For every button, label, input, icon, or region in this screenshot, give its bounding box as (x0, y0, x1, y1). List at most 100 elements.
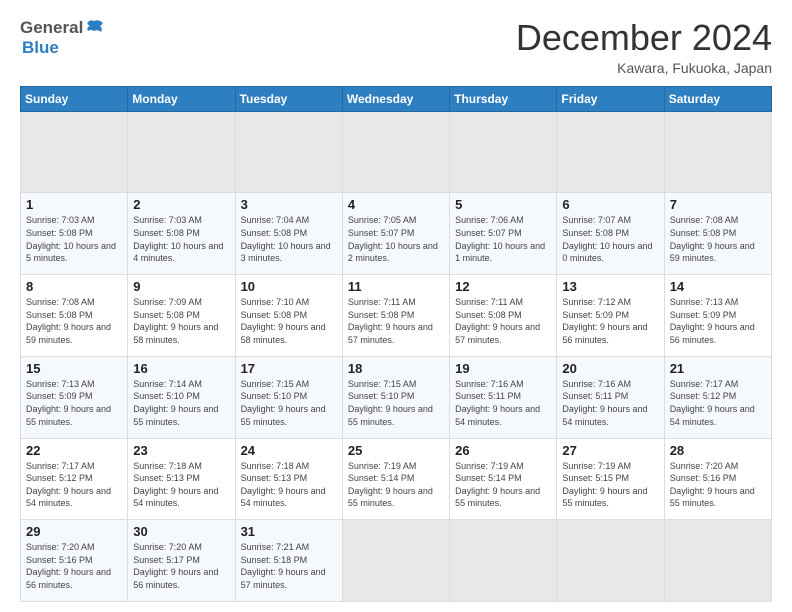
day-info: Sunrise: 7:17 AMSunset: 5:12 PMDaylight:… (670, 378, 766, 428)
calendar-day-cell: 18 Sunrise: 7:15 AMSunset: 5:10 PMDayligh… (342, 356, 449, 438)
day-info: Sunrise: 7:12 AMSunset: 5:09 PMDaylight:… (562, 296, 658, 346)
day-info: Sunrise: 7:10 AMSunset: 5:08 PMDaylight:… (241, 296, 337, 346)
day-number: 31 (241, 524, 337, 539)
day-of-week-header: Saturday (664, 86, 771, 111)
calendar-day-cell (128, 111, 235, 193)
day-number: 27 (562, 443, 658, 458)
day-number: 18 (348, 361, 444, 376)
day-number: 12 (455, 279, 551, 294)
day-number: 3 (241, 197, 337, 212)
calendar-day-cell: 9Sunrise: 7:09 AMSunset: 5:08 PMDaylight… (128, 275, 235, 357)
day-number: 17 (241, 361, 337, 376)
day-info: Sunrise: 7:19 AMSunset: 5:14 PMDaylight:… (348, 460, 444, 510)
calendar-day-cell: 23Sunrise: 7:18 AMSunset: 5:13 PMDayligh… (128, 438, 235, 520)
day-number: 11 (348, 279, 444, 294)
logo-bird-icon (84, 19, 106, 37)
day-info: Sunrise: 7:17 AMSunset: 5:12 PMDaylight:… (26, 460, 122, 510)
day-info: Sunrise: 7:15 AMSunset: 5:10 PMDaylight:… (348, 378, 444, 428)
day-info: Sunrise: 7:20 AMSunset: 5:16 PMDaylight:… (26, 541, 122, 591)
calendar-day-cell: 21 Sunrise: 7:17 AMSunset: 5:12 PMDayligh… (664, 356, 771, 438)
calendar-day-cell: 11 Sunrise: 7:11 AMSunset: 5:08 PMDayligh… (342, 275, 449, 357)
calendar-day-cell (21, 111, 128, 193)
calendar-day-cell: 22 Sunrise: 7:17 AMSunset: 5:12 PMDayligh… (21, 438, 128, 520)
day-info: Sunrise: 7:05 AMSunset: 5:07 PMDaylight:… (348, 214, 444, 264)
day-number: 14 (670, 279, 766, 294)
day-info: Sunrise: 7:18 AMSunset: 5:13 PMDaylight:… (133, 460, 229, 510)
calendar-day-cell: 26Sunrise: 7:19 AMSunset: 5:14 PMDayligh… (450, 438, 557, 520)
calendar-week-row: 8 Sunrise: 7:08 AMSunset: 5:08 PMDaylight… (21, 275, 772, 357)
day-info: Sunrise: 7:03 AMSunset: 5:08 PMDaylight:… (26, 214, 122, 264)
calendar-day-cell: 15Sunrise: 7:13 AMSunset: 5:09 PMDayligh… (21, 356, 128, 438)
calendar-week-row: 29Sunrise: 7:20 AMSunset: 5:16 PMDayligh… (21, 520, 772, 602)
calendar-day-cell (664, 111, 771, 193)
day-number: 21 (670, 361, 766, 376)
calendar-day-cell (664, 520, 771, 602)
day-info: Sunrise: 7:21 AMSunset: 5:18 PMDaylight:… (241, 541, 337, 591)
month-title: December 2024 (516, 18, 772, 58)
day-of-week-header: Friday (557, 86, 664, 111)
day-of-week-header: Monday (128, 86, 235, 111)
day-info: Sunrise: 7:11 AMSunset: 5:08 PMDaylight:… (455, 296, 551, 346)
day-info: Sunrise: 7:03 AMSunset: 5:08 PMDaylight:… (133, 214, 229, 264)
calendar-day-cell: 31 Sunrise: 7:21 AMSunset: 5:18 PMDayligh… (235, 520, 342, 602)
calendar-week-row: 1Sunrise: 7:03 AMSunset: 5:08 PMDaylight… (21, 193, 772, 275)
calendar-day-cell: 30 Sunrise: 7:20 AMSunset: 5:17 PMDayligh… (128, 520, 235, 602)
calendar-header-row: SundayMondayTuesdayWednesdayThursdayFrid… (21, 86, 772, 111)
calendar-day-cell: 28Sunrise: 7:20 AMSunset: 5:16 PMDayligh… (664, 438, 771, 520)
calendar-day-cell: 13Sunrise: 7:12 AMSunset: 5:09 PMDayligh… (557, 275, 664, 357)
calendar-day-cell: 27 Sunrise: 7:19 AMSunset: 5:15 PMDayligh… (557, 438, 664, 520)
day-info: Sunrise: 7:08 AMSunset: 5:08 PMDaylight:… (26, 296, 122, 346)
day-number: 25 (348, 443, 444, 458)
calendar-day-cell: 10 Sunrise: 7:10 AMSunset: 5:08 PMDayligh… (235, 275, 342, 357)
day-number: 10 (241, 279, 337, 294)
day-info: Sunrise: 7:19 AMSunset: 5:15 PMDaylight:… (562, 460, 658, 510)
calendar-week-row (21, 111, 772, 193)
day-number: 16 (133, 361, 229, 376)
day-info: Sunrise: 7:20 AMSunset: 5:17 PMDaylight:… (133, 541, 229, 591)
calendar-day-cell: 16Sunrise: 7:14 AMSunset: 5:10 PMDayligh… (128, 356, 235, 438)
day-number: 7 (670, 197, 766, 212)
day-number: 6 (562, 197, 658, 212)
logo-general-text: General (20, 18, 83, 38)
calendar-day-cell: 6 Sunrise: 7:07 AMSunset: 5:08 PMDaylight… (557, 193, 664, 275)
day-info: Sunrise: 7:08 AMSunset: 5:08 PMDaylight:… (670, 214, 766, 264)
calendar-day-cell: 29Sunrise: 7:20 AMSunset: 5:16 PMDayligh… (21, 520, 128, 602)
calendar-day-cell: 25 Sunrise: 7:19 AMSunset: 5:14 PMDayligh… (342, 438, 449, 520)
calendar-day-cell (557, 111, 664, 193)
day-info: Sunrise: 7:07 AMSunset: 5:08 PMDaylight:… (562, 214, 658, 264)
day-number: 22 (26, 443, 122, 458)
day-number: 19 (455, 361, 551, 376)
calendar-table: SundayMondayTuesdayWednesdayThursdayFrid… (20, 86, 772, 602)
calendar-day-cell (235, 111, 342, 193)
title-section: December 2024 Kawara, Fukuoka, Japan (516, 18, 772, 76)
day-info: Sunrise: 7:13 AMSunset: 5:09 PMDaylight:… (670, 296, 766, 346)
day-info: Sunrise: 7:15 AMSunset: 5:10 PMDaylight:… (241, 378, 337, 428)
day-info: Sunrise: 7:06 AMSunset: 5:07 PMDaylight:… (455, 214, 551, 264)
location: Kawara, Fukuoka, Japan (516, 60, 772, 76)
day-info: Sunrise: 7:16 AMSunset: 5:11 PMDaylight:… (562, 378, 658, 428)
calendar-page: General Blue December 2024 Kawara, Fukuo… (0, 0, 792, 612)
day-info: Sunrise: 7:13 AMSunset: 5:09 PMDaylight:… (26, 378, 122, 428)
calendar-week-row: 15Sunrise: 7:13 AMSunset: 5:09 PMDayligh… (21, 356, 772, 438)
calendar-day-cell: 4 Sunrise: 7:05 AMSunset: 5:07 PMDaylight… (342, 193, 449, 275)
calendar-week-row: 22 Sunrise: 7:17 AMSunset: 5:12 PMDayligh… (21, 438, 772, 520)
day-of-week-header: Sunday (21, 86, 128, 111)
logo: General Blue (20, 18, 106, 58)
calendar-day-cell: 12 Sunrise: 7:11 AMSunset: 5:08 PMDayligh… (450, 275, 557, 357)
calendar-day-cell: 2Sunrise: 7:03 AMSunset: 5:08 PMDaylight… (128, 193, 235, 275)
calendar-day-cell (450, 520, 557, 602)
day-number: 8 (26, 279, 122, 294)
day-number: 30 (133, 524, 229, 539)
calendar-day-cell: 7 Sunrise: 7:08 AMSunset: 5:08 PMDaylight… (664, 193, 771, 275)
calendar-day-cell (342, 520, 449, 602)
logo-name: General (20, 18, 106, 38)
day-number: 24 (241, 443, 337, 458)
day-info: Sunrise: 7:18 AMSunset: 5:13 PMDaylight:… (241, 460, 337, 510)
calendar-day-cell: 14 Sunrise: 7:13 AMSunset: 5:09 PMDayligh… (664, 275, 771, 357)
day-number: 4 (348, 197, 444, 212)
calendar-day-cell: 17 Sunrise: 7:15 AMSunset: 5:10 PMDayligh… (235, 356, 342, 438)
day-number: 20 (562, 361, 658, 376)
calendar-day-cell (342, 111, 449, 193)
day-info: Sunrise: 7:11 AMSunset: 5:08 PMDaylight:… (348, 296, 444, 346)
day-info: Sunrise: 7:20 AMSunset: 5:16 PMDaylight:… (670, 460, 766, 510)
